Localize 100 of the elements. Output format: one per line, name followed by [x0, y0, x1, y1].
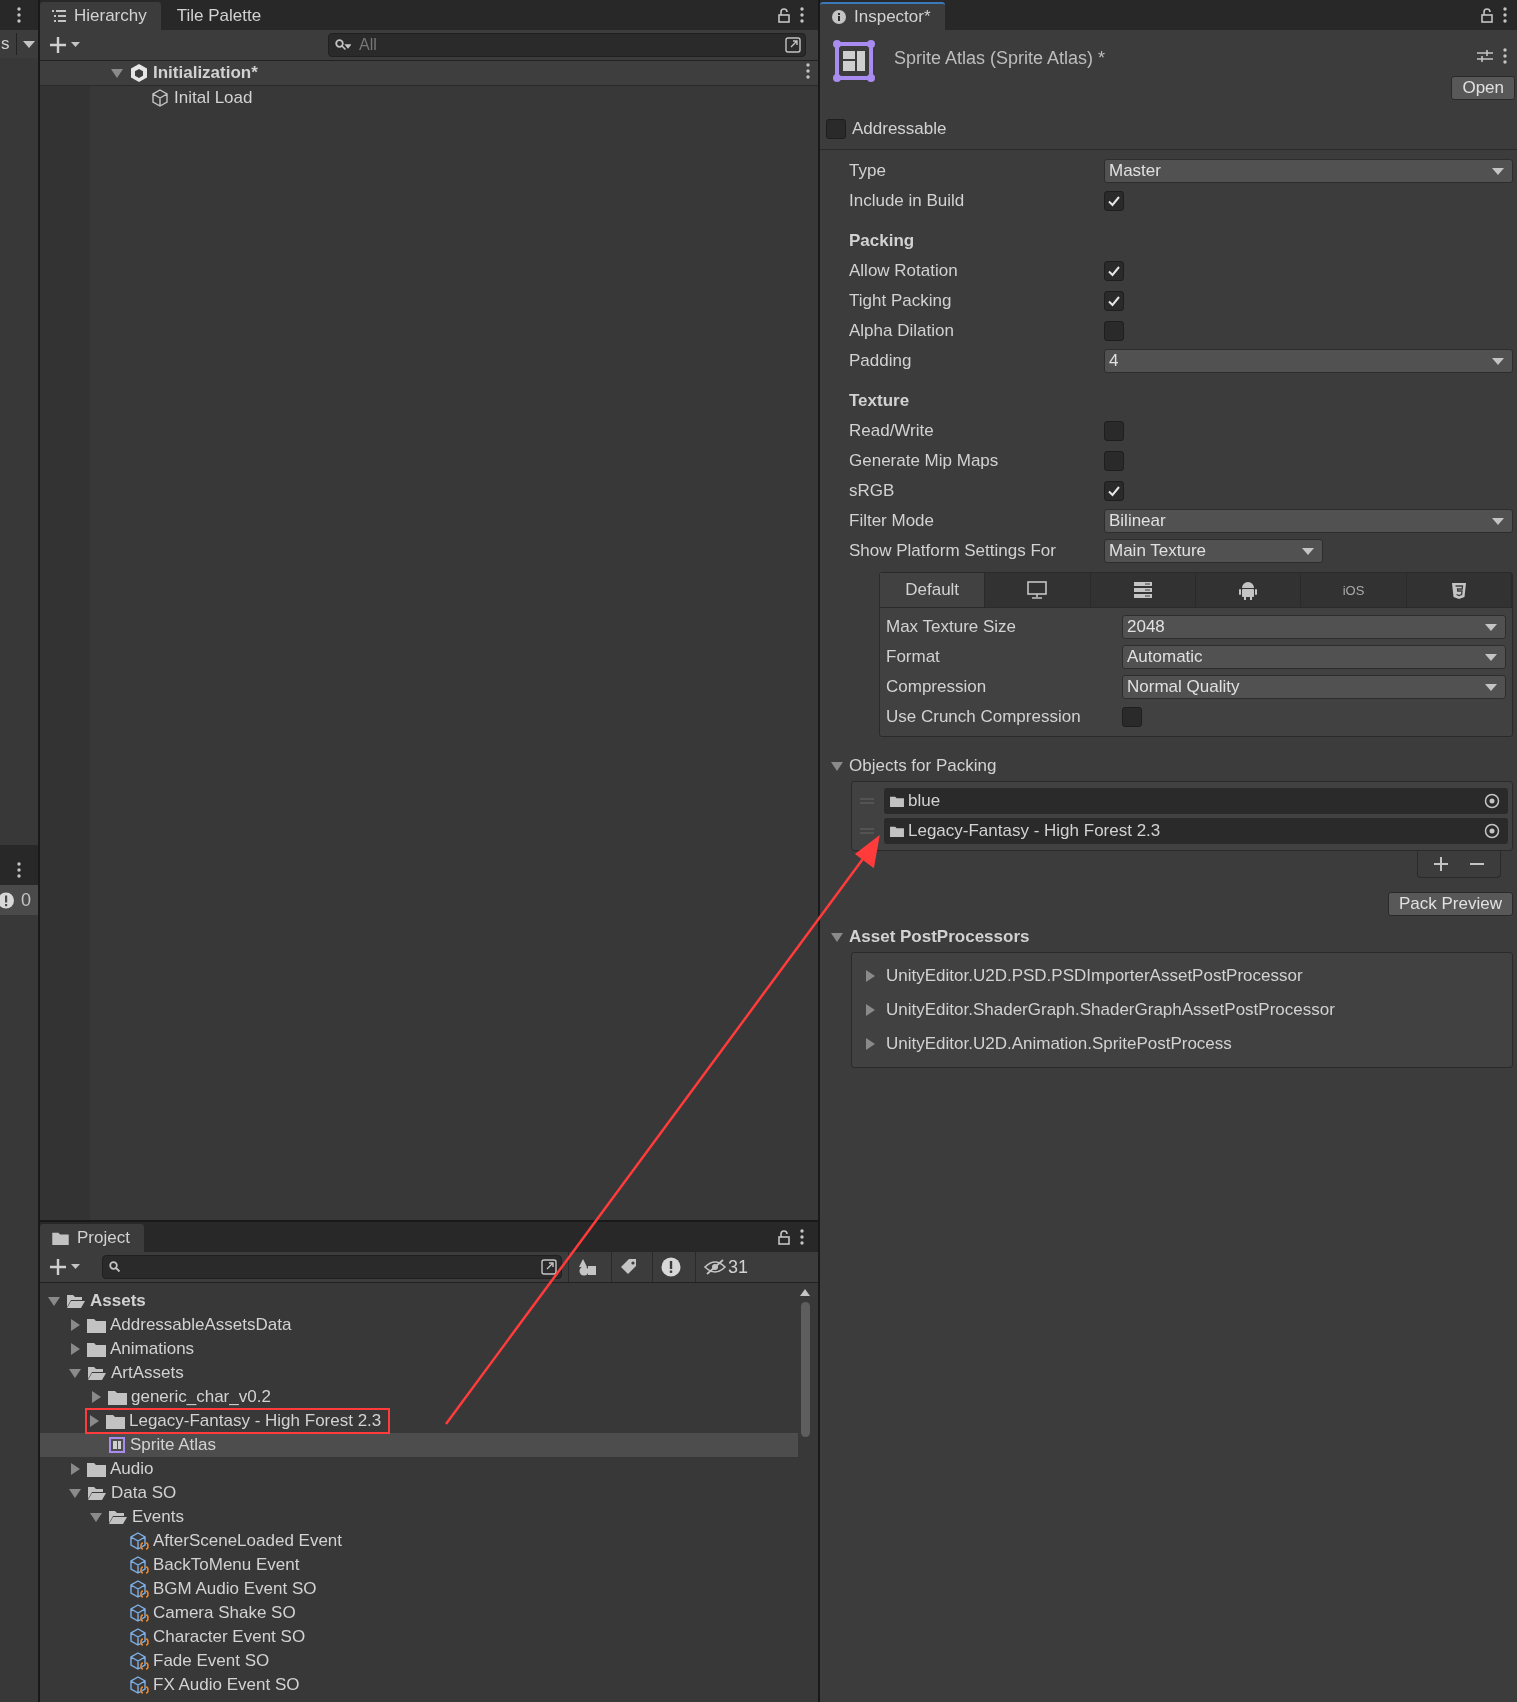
checkbox[interactable]: [1104, 291, 1124, 311]
pack-preview-button[interactable]: Pack Preview: [1388, 892, 1513, 916]
tree-item[interactable]: Assets: [40, 1289, 798, 1313]
hidden-count-button[interactable]: 31: [695, 1252, 757, 1282]
expand-arrow-icon[interactable]: [866, 1038, 876, 1050]
tree-item[interactable]: FX Audio Event SO: [40, 1673, 798, 1697]
toolbar-label: s: [1, 34, 10, 54]
checkbox[interactable]: [1104, 421, 1124, 441]
item-label: BGM Audio Event SO: [153, 1579, 317, 1599]
folder-icon: [87, 1461, 106, 1477]
checkbox[interactable]: [1104, 481, 1124, 501]
dropdown-caret-icon[interactable]: [22, 40, 35, 48]
platform-tab[interactable]: Default: [880, 573, 986, 607]
tree-item[interactable]: ArtAssets: [40, 1361, 798, 1385]
dropdown[interactable]: Bilinear: [1104, 509, 1513, 533]
tree-item[interactable]: Animations: [40, 1337, 798, 1361]
lock-icon[interactable]: [778, 1229, 790, 1245]
search-field[interactable]: All: [328, 33, 806, 57]
console-count-badge[interactable]: 0: [0, 885, 38, 915]
expand-arrow-icon[interactable]: [69, 1319, 81, 1331]
more-icon[interactable]: [1503, 7, 1507, 23]
sliders-icon[interactable]: [1477, 49, 1493, 63]
tree-item[interactable]: Events: [40, 1505, 798, 1529]
scroll-up-arrow-icon[interactable]: [800, 1289, 810, 1296]
dropdown[interactable]: Normal Quality: [1122, 675, 1506, 699]
expand-arrow-icon[interactable]: [88, 1415, 100, 1427]
checkbox[interactable]: [826, 119, 846, 139]
tree-item[interactable]: Camera Shake SO: [40, 1601, 798, 1625]
lock-icon[interactable]: [1481, 7, 1493, 23]
dropdown[interactable]: Master: [1104, 159, 1513, 183]
tree-item[interactable]: Fade Event SO: [40, 1649, 798, 1673]
fold-arrow-icon[interactable]: [831, 931, 843, 943]
expand-window-icon[interactable]: [540, 1258, 558, 1276]
expand-arrow-icon[interactable]: [866, 1004, 876, 1016]
item-label: Audio: [110, 1459, 154, 1479]
object-field[interactable]: blue: [884, 788, 1508, 814]
dropdown[interactable]: Automatic: [1122, 645, 1506, 669]
expand-arrow-icon[interactable]: [69, 1367, 81, 1379]
caret-icon: [1485, 683, 1497, 691]
tree-item[interactable]: AfterSceneLoaded Event: [40, 1529, 798, 1553]
checkbox[interactable]: [1122, 707, 1142, 727]
hidden-eye-icon: [704, 1259, 726, 1275]
expand-arrow-icon[interactable]: [69, 1343, 81, 1355]
tree-item[interactable]: BackToMenu Event: [40, 1553, 798, 1577]
expand-arrow-icon[interactable]: [69, 1487, 81, 1499]
tree-item[interactable]: generic_char_v0.2: [40, 1385, 798, 1409]
caret-icon: [1302, 547, 1314, 555]
panel-tab[interactable]: Inspector*: [820, 2, 945, 30]
more-icon[interactable]: [800, 1229, 804, 1245]
open-button[interactable]: Open: [1451, 76, 1515, 100]
postprocessor-item[interactable]: UnityEditor.ShaderGraph.ShaderGraphAssetPostProcessor: [886, 1000, 1335, 1020]
expand-arrow-icon[interactable]: [111, 67, 123, 79]
checkbox[interactable]: [1104, 321, 1124, 341]
expand-arrow-icon[interactable]: [866, 970, 876, 982]
more-icon[interactable]: [1503, 48, 1507, 64]
expand-arrow-icon[interactable]: [48, 1295, 60, 1307]
tree-item[interactable]: Sprite Atlas: [40, 1433, 798, 1457]
fold-arrow-icon[interactable]: [831, 760, 843, 772]
postprocessor-item[interactable]: UnityEditor.U2D.Animation.SpritePostProcess: [886, 1034, 1232, 1054]
object-field[interactable]: Legacy-Fantasy - High Forest 2.3: [884, 818, 1508, 844]
expand-window-icon[interactable]: [784, 36, 802, 54]
panel-tab[interactable]: Tile Palette: [164, 2, 276, 30]
checkbox[interactable]: [1104, 191, 1124, 211]
tree-item[interactable]: Data SO: [40, 1481, 798, 1505]
tree-item[interactable]: Initialization*: [40, 61, 818, 86]
dropdown[interactable]: 4: [1104, 349, 1513, 373]
open-folder-icon: [87, 1365, 107, 1381]
tree-item[interactable]: Inital Load: [40, 86, 818, 110]
open-folder-icon: [66, 1293, 86, 1309]
more-icon[interactable]: [17, 862, 21, 878]
property-label: Allow Rotation: [849, 261, 959, 281]
plus-icon[interactable]: [1434, 857, 1448, 871]
tree-item[interactable]: BGM Audio Event SO: [40, 1577, 798, 1601]
postprocessor-item[interactable]: UnityEditor.U2D.PSD.PSDImporterAssetPostProcessor: [886, 966, 1303, 986]
panel-tab[interactable]: Project: [40, 1224, 144, 1252]
more-icon[interactable]: [17, 7, 21, 23]
dropdown[interactable]: Main Texture: [1104, 539, 1323, 563]
scrollbar-thumb[interactable]: [800, 1302, 810, 1437]
lock-icon[interactable]: [778, 7, 790, 23]
cube-icon: [129, 1651, 149, 1671]
tree-item[interactable]: Character Event SO: [40, 1625, 798, 1649]
target-icon[interactable]: [1484, 793, 1500, 809]
tree-item[interactable]: AddressableAssetsData: [40, 1313, 798, 1337]
tree-item[interactable]: Legacy-Fantasy - High Forest 2.3: [40, 1409, 798, 1433]
expand-arrow-icon[interactable]: [90, 1391, 102, 1403]
checkbox[interactable]: [1104, 451, 1124, 471]
more-icon[interactable]: [800, 7, 804, 23]
panel-tab[interactable]: Hierarchy: [40, 2, 161, 30]
dropdown[interactable]: 2048: [1122, 615, 1506, 639]
property-label: Read/Write: [849, 421, 935, 441]
expand-arrow-icon[interactable]: [90, 1511, 102, 1523]
object-title: Sprite Atlas (Sprite Atlas) *: [894, 48, 1106, 69]
checkbox[interactable]: [1104, 261, 1124, 281]
tree-item[interactable]: Audio: [40, 1457, 798, 1481]
more-icon[interactable]: [806, 62, 810, 79]
target-icon[interactable]: [1484, 823, 1500, 839]
expand-arrow-icon[interactable]: [69, 1463, 81, 1475]
platform-tab[interactable]: iOS: [1301, 573, 1407, 607]
search-field[interactable]: [102, 1255, 562, 1279]
item-label: Assets: [90, 1291, 146, 1311]
